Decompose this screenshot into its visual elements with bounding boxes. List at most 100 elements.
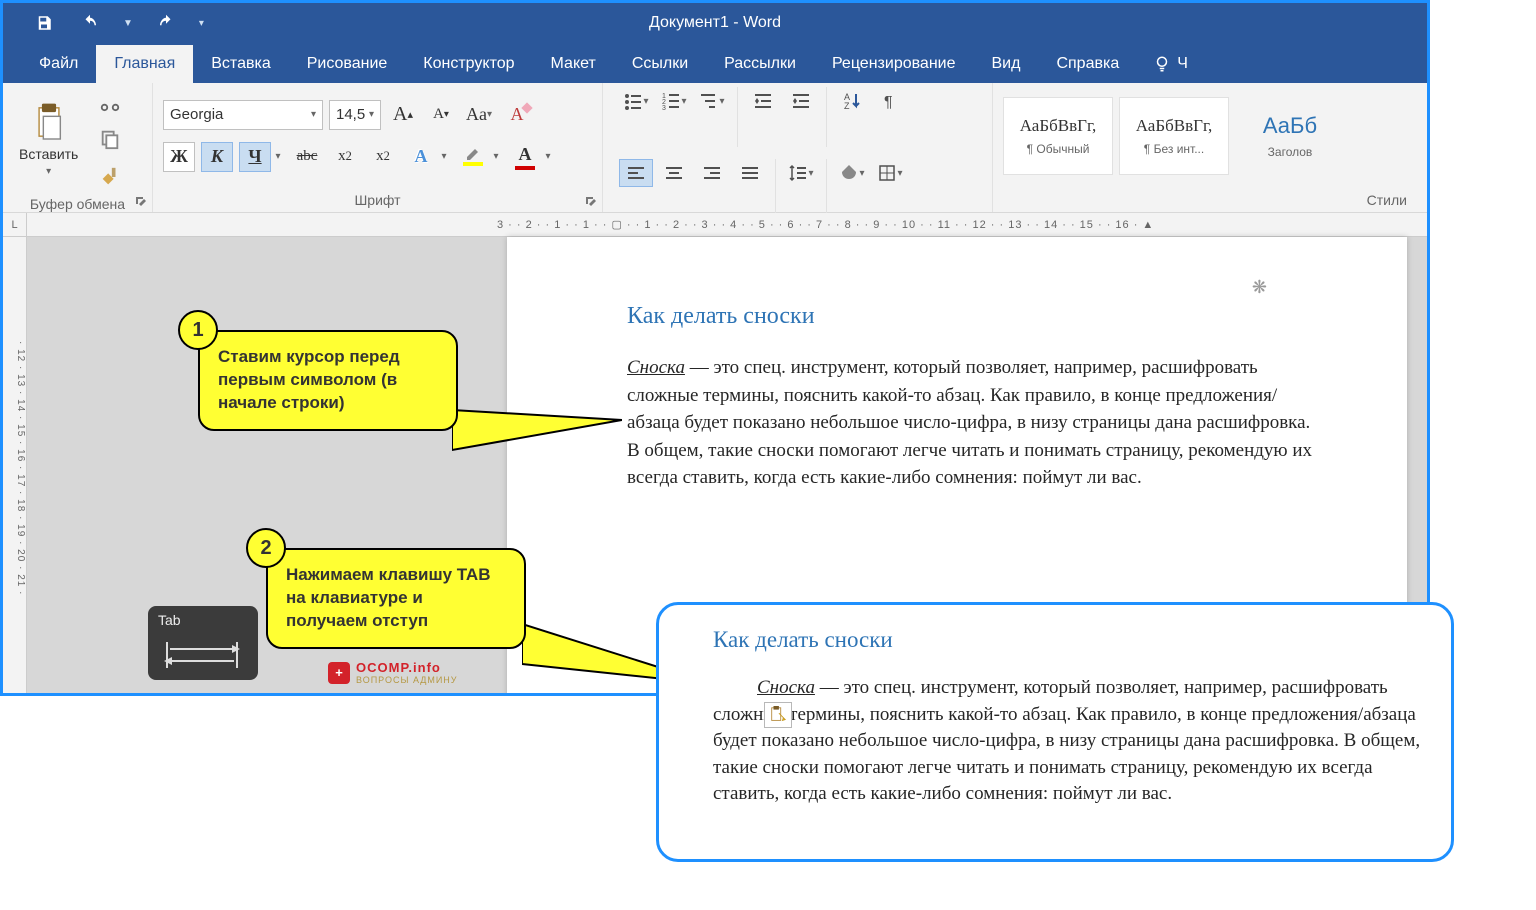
font-name-combo[interactable]: Georgia▾	[163, 100, 323, 130]
paste-caret-icon: ▾	[46, 166, 51, 177]
align-center-button[interactable]	[657, 159, 691, 187]
tab-home[interactable]: Главная	[96, 45, 193, 83]
svg-text:¶: ¶	[884, 94, 893, 111]
underline-button[interactable]: Ч	[239, 142, 271, 172]
tab-arrows-icon	[162, 640, 242, 670]
tab-file[interactable]: Файл	[21, 45, 96, 83]
highlight-button[interactable]	[457, 142, 489, 172]
strike-button[interactable]: abc	[291, 142, 323, 172]
tell-me[interactable]: Ч	[1145, 45, 1196, 83]
annotation-number-2: 2	[246, 528, 286, 568]
italic-button[interactable]: К	[201, 142, 233, 172]
tab-layout[interactable]: Макет	[533, 45, 614, 83]
line-spacing-button[interactable]: ▾	[784, 159, 818, 187]
font-size-combo[interactable]: 14,5▾	[329, 100, 381, 130]
font-color-button[interactable]: A	[509, 142, 541, 172]
sort-button[interactable]: AZ	[835, 87, 869, 115]
borders-button[interactable]: ▾	[873, 159, 907, 187]
cut-button[interactable]	[96, 87, 124, 115]
numbering-button[interactable]: 123▾	[657, 87, 691, 115]
indent-dec-button[interactable]	[746, 87, 780, 115]
horizontal-ruler[interactable]: 3 · · 2 · · 1 · · 1 · · ▢ · · 1 · · 2 · …	[27, 213, 1427, 237]
svg-text:Z: Z	[844, 101, 850, 111]
superscript-button[interactable]: x2	[367, 142, 399, 172]
paste-options-button[interactable]	[764, 702, 792, 728]
scissors-icon	[99, 90, 121, 112]
doc-paragraph[interactable]: Сноска — это спец. инструмент, который п…	[627, 354, 1327, 492]
align-left-button[interactable]	[619, 159, 653, 187]
group-clipboard: Вставить ▾ Буфер обмена	[3, 83, 153, 212]
align-right-button[interactable]	[695, 159, 729, 187]
group-styles: АаБбВвГг,¶ Обычный АаБбВвГг,¶ Без инт...…	[993, 83, 1427, 212]
highlight-icon	[465, 147, 481, 161]
result-paragraph: Сноска — это спец. инструмент, который п…	[713, 675, 1423, 808]
clear-format-button[interactable]: A	[501, 100, 533, 130]
tab-key-graphic: Tab	[148, 606, 258, 680]
tab-design[interactable]: Конструктор	[405, 45, 532, 83]
redo-icon[interactable]	[153, 10, 179, 36]
bullets-button[interactable]: ▾	[619, 87, 653, 115]
tab-mailings[interactable]: Рассылки	[706, 45, 814, 83]
annotation-text-2: Нажимаем клавишу TAB на клавиатуре и пол…	[286, 565, 490, 630]
undo-icon[interactable]	[77, 10, 103, 36]
watermark-icon: +	[328, 662, 350, 684]
style-normal[interactable]: АаБбВвГг,¶ Обычный	[1003, 97, 1113, 175]
align-justify-button[interactable]	[733, 159, 767, 187]
format-painter-button[interactable]	[96, 163, 124, 191]
indent-inc-button[interactable]	[784, 87, 818, 115]
bold-button[interactable]: Ж	[163, 142, 195, 172]
grow-font-button[interactable]: A▴	[387, 100, 419, 130]
font-launcher[interactable]	[584, 195, 598, 209]
window-title: Документ1 - Word	[649, 14, 781, 32]
bulb-icon	[1153, 55, 1171, 73]
ribbon: Вставить ▾ Буфер обмена Georgia▾ 14,5▾	[3, 83, 1427, 213]
style-no-spacing[interactable]: АаБбВвГг,¶ Без инт...	[1119, 97, 1229, 175]
font-label: Шрифт	[354, 192, 400, 208]
vertical-ruler[interactable]: · 12 · 13 · 14 · 15 · 16 · 17 · 18 · 19 …	[3, 237, 27, 693]
shrink-font-button[interactable]: A▾	[425, 100, 457, 130]
multilevel-button[interactable]: ▾	[695, 87, 729, 115]
tab-draw[interactable]: Рисование	[289, 45, 406, 83]
svg-text:3: 3	[662, 105, 666, 111]
change-case-button[interactable]: Aa▾	[463, 100, 495, 130]
save-icon[interactable]	[31, 10, 57, 36]
shading-button[interactable]: ▾	[835, 159, 869, 187]
annotation-callout-2: 2 Нажимаем клавишу TAB на клавиатуре и п…	[266, 548, 526, 649]
copy-button[interactable]	[96, 125, 124, 153]
undo-caret-icon[interactable]: ▼	[123, 18, 133, 29]
paragraph-mark: ❋	[1252, 277, 1267, 298]
annotation-tail-1	[452, 390, 622, 470]
pilcrow-button[interactable]: ¶	[873, 87, 907, 115]
paste-button[interactable]: Вставить ▾	[13, 98, 84, 181]
underline-caret[interactable]: ▾	[271, 151, 285, 162]
paste-options-icon	[769, 706, 787, 724]
group-paragraph: ▾ 123▾ ▾ AZ ¶ ▾	[603, 83, 993, 212]
subscript-button[interactable]: x2	[329, 142, 361, 172]
style-heading[interactable]: АаБбЗаголов	[1235, 97, 1345, 175]
brush-icon	[99, 166, 121, 188]
paste-icon	[32, 102, 66, 142]
tab-help[interactable]: Справка	[1038, 45, 1137, 83]
title-bar: ▼ ▾ Документ1 - Word	[3, 3, 1427, 43]
clipboard-label: Буфер обмена	[30, 196, 125, 212]
watermark: + OCOMP.info ВОПРОСЫ АДМИНУ	[328, 660, 458, 685]
group-font: Georgia▾ 14,5▾ A▴ A▾ Aa▾ A Ж К Ч▾ abc x2…	[153, 83, 603, 212]
annotation-number-1: 1	[178, 310, 218, 350]
tab-review[interactable]: Рецензирование	[814, 45, 974, 83]
quick-access-toolbar: ▼ ▾	[3, 10, 204, 36]
tab-references[interactable]: Ссылки	[614, 45, 706, 83]
result-preview: Как делать сноски Сноска — это спец. инс…	[656, 602, 1454, 862]
result-heading: Как делать сноски	[713, 627, 1423, 653]
annotation-callout-1: 1 Ставим курсор перед первым символом (в…	[198, 330, 458, 431]
doc-heading[interactable]: Как делать сноски	[627, 303, 1407, 330]
ribbon-tabs: Файл Главная Вставка Рисование Конструкт…	[3, 43, 1427, 83]
copy-icon	[99, 128, 121, 150]
tab-view[interactable]: Вид	[974, 45, 1039, 83]
clipboard-launcher[interactable]	[134, 195, 148, 209]
annotation-text-1: Ставим курсор перед первым символом (в н…	[218, 347, 400, 412]
ruler-corner: L	[3, 213, 27, 237]
tab-insert[interactable]: Вставка	[193, 45, 288, 83]
qat-customize-icon[interactable]: ▾	[199, 18, 204, 29]
styles-label: Стили	[1367, 192, 1407, 208]
text-effects-button[interactable]: A	[405, 142, 437, 172]
